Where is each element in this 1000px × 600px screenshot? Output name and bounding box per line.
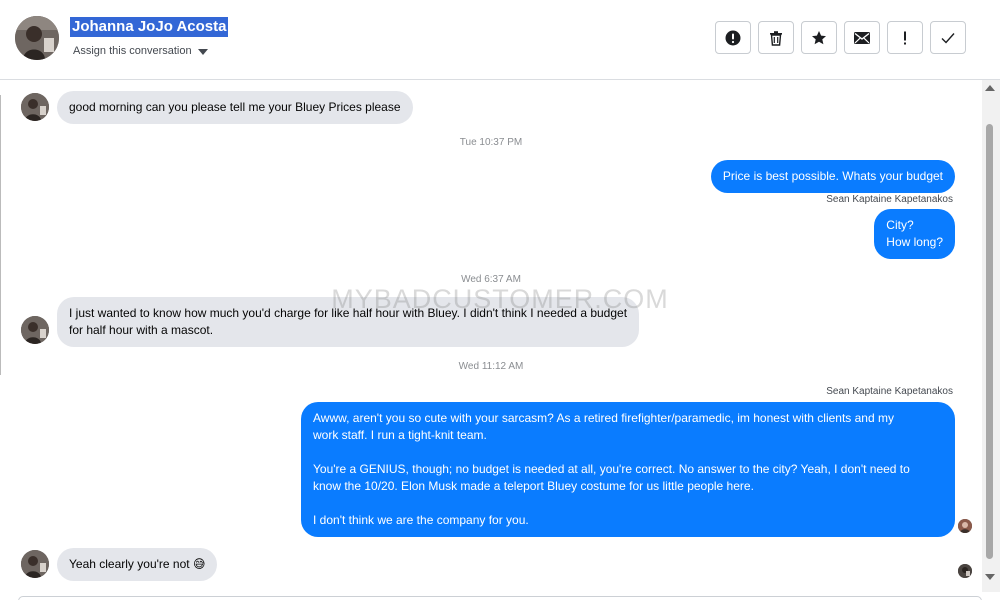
message-line: work staff. I run a tight-knit team. (313, 428, 487, 442)
scroll-up-arrow-icon[interactable] (985, 85, 995, 91)
conversation-actions (715, 21, 966, 54)
scroll-down-arrow-icon[interactable] (985, 574, 995, 580)
sender-name: Sean Kaptaine Kapetanakos (826, 386, 953, 397)
message-line: City? (886, 218, 914, 232)
message-line: Awww, aren't you so cute with your sarca… (313, 411, 894, 425)
contact-name[interactable]: Johanna JoJo Acosta (70, 17, 229, 37)
message-line: You're a GENIUS, though; no budget is ne… (313, 462, 910, 476)
message-timestamp: Wed 11:12 AM (458, 361, 524, 372)
assign-label: Assign this conversation (73, 45, 192, 57)
grinning-sweat-emoji-icon: 😅 (192, 557, 206, 571)
message-line: I don't think we are the company for you… (313, 513, 529, 527)
report-icon (725, 30, 741, 45)
contact-avatar[interactable] (15, 16, 59, 60)
delete-button[interactable] (758, 21, 794, 54)
message-timestamp: Tue 10:37 PM (459, 137, 523, 148)
message-paragraph: You're a GENIUS, though; no budget is ne… (313, 461, 943, 495)
message-line: I just wanted to know how much you'd cha… (69, 306, 628, 320)
message-bubble-incoming[interactable]: Yeah clearly you're not 😅 (57, 548, 218, 581)
message-bubble-outgoing[interactable]: City? How long? (874, 209, 955, 259)
seen-receipt-avatar (958, 564, 972, 578)
message-paragraph: Awww, aren't you so cute with your sarca… (313, 410, 943, 444)
message-bubble-incoming[interactable]: good morning can you please tell me your… (57, 91, 413, 124)
exclamation-icon (904, 31, 906, 44)
caret-down-icon (197, 48, 208, 55)
star-button[interactable] (801, 21, 837, 54)
star-icon (812, 30, 826, 44)
mark-unread-button[interactable] (844, 21, 880, 54)
message-composer[interactable] (18, 596, 982, 600)
message-bubble-outgoing[interactable]: Price is best possible. Whats your budge… (710, 160, 955, 193)
message-line: How long? (886, 235, 943, 249)
customer-avatar[interactable] (21, 550, 49, 578)
sender-name: Sean Kaptaine Kapetanakos (826, 194, 953, 205)
message-line: for half hour with a mascot. (69, 323, 214, 337)
message-timestamp: Wed 6:37 AM (461, 274, 521, 285)
report-button[interactable] (715, 21, 751, 54)
message-text: Yeah clearly you're not (69, 557, 190, 571)
mark-done-button[interactable] (930, 21, 966, 54)
conversation-header: Johanna JoJo Acosta Assign this conversa… (0, 0, 1000, 80)
follow-up-button[interactable] (887, 21, 923, 54)
seen-receipt-avatar (958, 519, 972, 533)
checkmark-icon (941, 32, 955, 44)
trash-icon (770, 30, 782, 46)
message-bubble-outgoing[interactable]: Awww, aren't you so cute with your sarca… (301, 402, 955, 537)
message-paragraph: I don't think we are the company for you… (313, 512, 943, 529)
message-bubble-incoming[interactable]: I just wanted to know how much you'd cha… (57, 297, 640, 347)
mail-icon (854, 31, 870, 44)
scrollbar-thumb[interactable] (986, 124, 993, 559)
customer-avatar[interactable] (21, 93, 49, 121)
message-line: know the 10/20. Elon Musk made a telepor… (313, 479, 754, 493)
assign-conversation-dropdown[interactable]: Assign this conversation (73, 45, 208, 57)
customer-avatar[interactable] (21, 316, 49, 344)
